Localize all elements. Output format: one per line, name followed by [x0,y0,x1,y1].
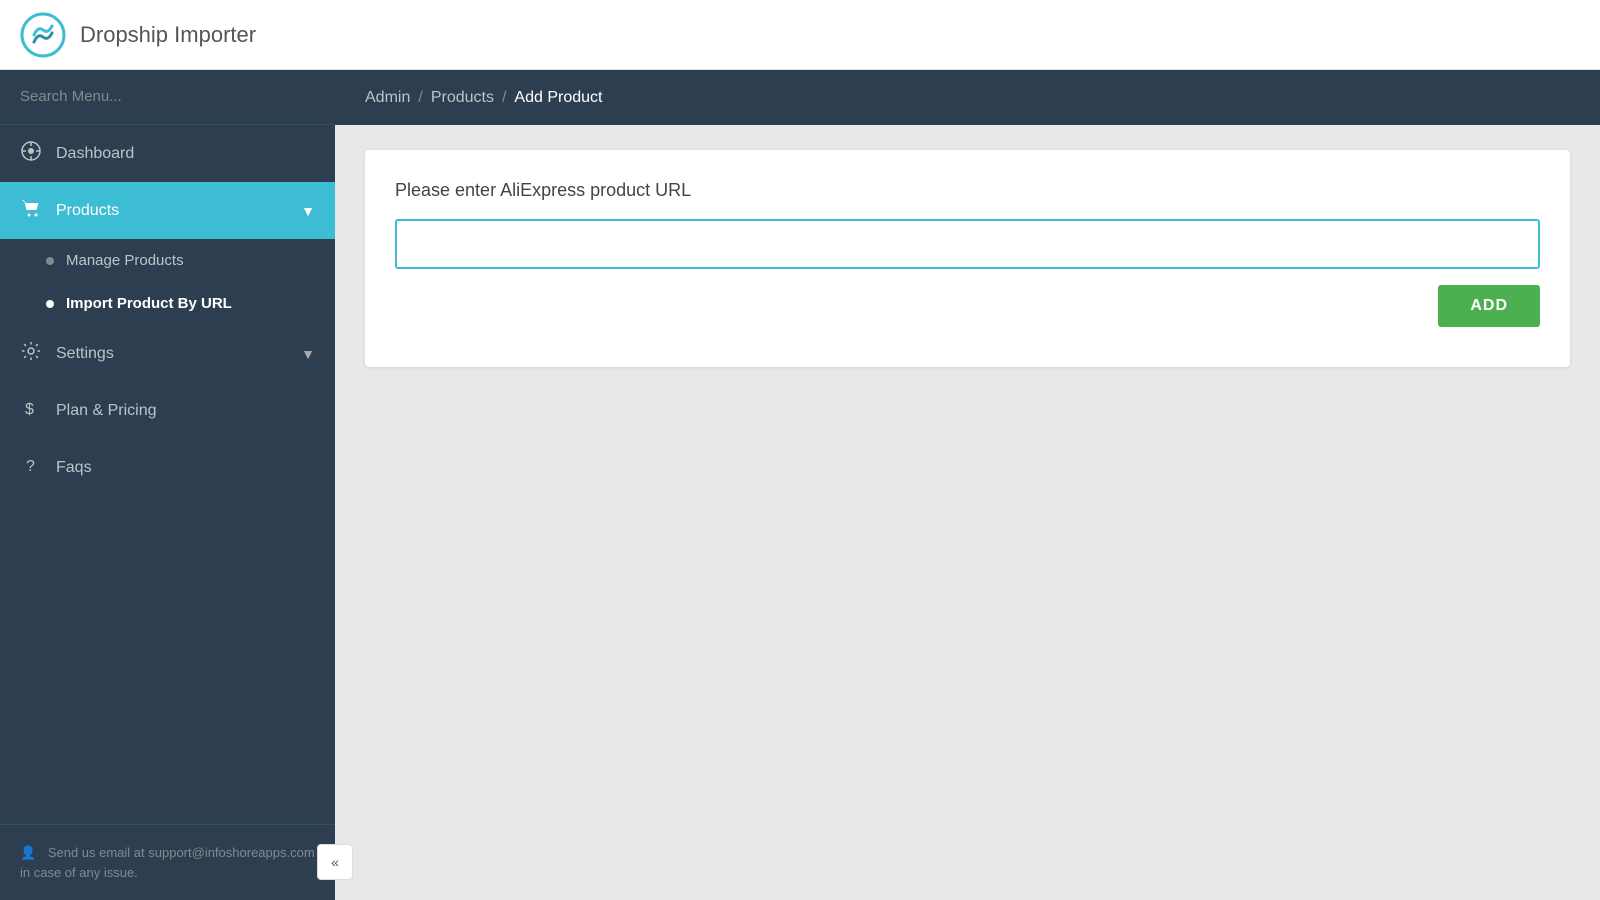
sidebar-footer: 👤 Send us email at support@infoshoreapps… [0,824,335,900]
manage-products-dot [46,257,54,265]
breadcrumb-products[interactable]: Products [431,89,494,107]
sidebar-item-plan-label: Plan & Pricing [56,402,315,420]
sidebar-item-dashboard-label: Dashboard [56,145,315,163]
sidebar-item-faqs[interactable]: ? Faqs [0,439,335,496]
sidebar-item-faqs-label: Faqs [56,459,315,477]
breadcrumb-admin[interactable]: Admin [365,89,410,107]
add-btn-row: ADD [395,285,1540,327]
footer-text: Send us email at support@infoshoreapps.c… [20,845,315,880]
search-input[interactable] [20,88,315,105]
question-icon: ? [20,455,42,480]
breadcrumb-add-product: Add Product [514,89,602,107]
content-area: Admin / Products / Add Product Please en… [335,70,1600,900]
gear-icon [20,341,42,366]
app-title: Dropship Importer [80,22,256,48]
sidebar-item-products[interactable]: Products ▼ [0,182,335,239]
sidebar-item-settings[interactable]: Settings ▼ [0,325,335,382]
products-chevron-icon: ▼ [301,203,315,219]
dollar-icon: $ [20,398,42,423]
user-icon: 👤 [20,845,36,860]
cart-icon [20,198,42,223]
sidebar-item-plan[interactable]: $ Plan & Pricing [0,382,335,439]
breadcrumb-sep-2: / [502,89,506,107]
aliexpress-url-input[interactable] [395,219,1540,269]
manage-products-label: Manage Products [66,252,184,269]
sidebar-item-products-label: Products [56,202,287,220]
page-content: Please enter AliExpress product URL ADD [335,125,1600,900]
collapse-sidebar-button[interactable]: « [317,844,353,880]
sidebar-item-dashboard[interactable]: Dashboard [0,125,335,182]
collapse-icon: « [331,854,339,870]
add-product-button[interactable]: ADD [1438,285,1540,327]
sidebar-nav: Dashboard Products ▼ Manage Products [0,125,335,824]
top-header: Dropship Importer [0,0,1600,70]
sidebar-item-settings-label: Settings [56,345,287,363]
main-layout: Dashboard Products ▼ Manage Products [0,70,1600,900]
dashboard-icon [20,141,42,166]
app-logo-icon [20,12,66,58]
import-product-dot [46,300,54,308]
sidebar-subitem-manage-products[interactable]: Manage Products [0,239,335,282]
sidebar-search-container [0,70,335,125]
settings-chevron-icon: ▼ [301,346,315,362]
import-card: Please enter AliExpress product URL ADD [365,150,1570,367]
svg-text:$: $ [25,401,34,418]
import-product-label: Import Product By URL [66,295,232,312]
breadcrumb-sep-1: / [418,89,422,107]
breadcrumb-bar: Admin / Products / Add Product [335,70,1600,125]
sidebar: Dashboard Products ▼ Manage Products [0,70,335,900]
card-title: Please enter AliExpress product URL [395,180,1540,201]
sidebar-subitem-import-product[interactable]: Import Product By URL [0,282,335,325]
svg-text:?: ? [26,458,35,475]
